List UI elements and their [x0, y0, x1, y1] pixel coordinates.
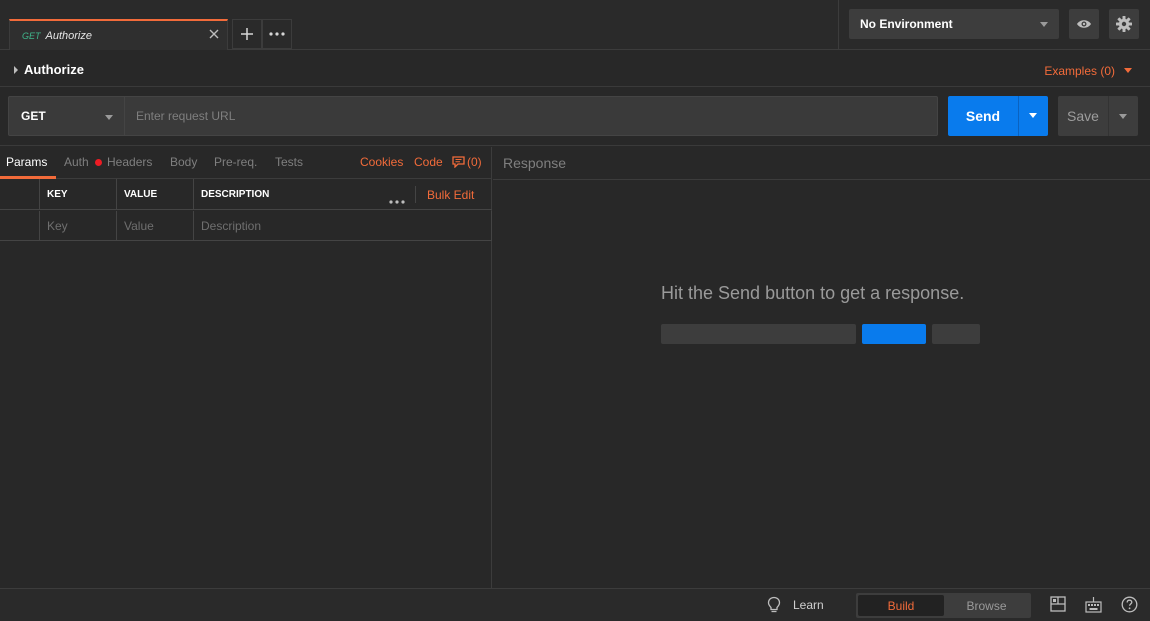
- request-subtabs: Params Auth Headers Body Pre-req. Tests …: [0, 147, 492, 179]
- examples-dropdown[interactable]: Examples (0): [1044, 64, 1115, 78]
- bulk-edit-link[interactable]: Bulk Edit: [427, 188, 474, 202]
- placeholder-bar: [932, 324, 980, 344]
- comment-icon[interactable]: [452, 156, 465, 169]
- tab-bar: GET Authorize No Environment: [0, 0, 1150, 50]
- more-icon: [269, 32, 285, 36]
- plus-icon: [241, 28, 253, 40]
- send-button[interactable]: Send: [948, 96, 1018, 136]
- help-icon[interactable]: [1121, 596, 1138, 616]
- mode-browse-button[interactable]: Browse: [944, 595, 1029, 616]
- mode-build-button[interactable]: Build: [858, 595, 944, 616]
- environment-select[interactable]: No Environment: [849, 9, 1059, 39]
- tab-body[interactable]: Body: [170, 155, 197, 169]
- divider: [0, 240, 492, 241]
- save-options-button[interactable]: [1108, 96, 1138, 136]
- param-value-input[interactable]: Value: [116, 211, 194, 240]
- url-input[interactable]: [124, 96, 938, 136]
- more-icon[interactable]: [389, 193, 405, 207]
- tab-params[interactable]: Params: [6, 155, 47, 169]
- auth-alert-dot: [95, 159, 102, 166]
- params-table-header: KEY VALUE DESCRIPTION Bulk Edit: [0, 179, 492, 210]
- param-description-input[interactable]: Description: [193, 211, 492, 240]
- response-header: Response: [493, 147, 1150, 180]
- chevron-down-icon[interactable]: [1124, 68, 1132, 73]
- chevron-down-icon: [1040, 22, 1048, 27]
- tab-title: Authorize: [45, 29, 92, 42]
- params-table: KEY VALUE DESCRIPTION Bulk Edit Key Valu…: [0, 179, 492, 241]
- response-empty-message: Hit the Send button to get a response.: [661, 283, 965, 303]
- request-name[interactable]: Authorize: [24, 62, 84, 77]
- request-title-row: Authorize Examples (0): [0, 51, 1150, 87]
- lightbulb-icon[interactable]: [767, 596, 781, 617]
- status-bar: Learn Build Browse: [0, 588, 1150, 621]
- column-key: KEY: [39, 179, 117, 210]
- caret-right-icon[interactable]: [14, 66, 18, 74]
- mode-toggle: Build Browse: [856, 593, 1031, 618]
- chevron-down-icon: [1029, 113, 1037, 118]
- url-bar: GET Send Save: [0, 88, 1150, 146]
- manage-environments-button[interactable]: [1109, 9, 1139, 39]
- cookies-link[interactable]: Cookies: [360, 155, 403, 169]
- save-button[interactable]: Save: [1058, 96, 1108, 136]
- environment-area: No Environment: [838, 0, 1150, 50]
- close-icon[interactable]: [207, 27, 221, 41]
- environment-selected: No Environment: [860, 17, 953, 31]
- divider: [415, 186, 416, 203]
- new-tab-button[interactable]: [232, 19, 262, 49]
- request-pane: Params Auth Headers Body Pre-req. Tests …: [0, 147, 492, 588]
- send-options-button[interactable]: [1018, 96, 1048, 136]
- tab-pre-request[interactable]: Pre-req.: [214, 155, 257, 169]
- keyboard-shortcuts-icon[interactable]: [1085, 596, 1102, 616]
- placeholder-bar: [661, 324, 856, 344]
- response-pane: Response Hit the Send button to get a re…: [493, 147, 1150, 588]
- two-pane-view-icon[interactable]: [1050, 596, 1066, 615]
- placeholder-bar-send: [862, 324, 926, 344]
- comments-count[interactable]: (0): [467, 155, 482, 169]
- column-value: VALUE: [116, 179, 194, 210]
- code-link[interactable]: Code: [414, 155, 443, 169]
- chevron-down-icon: [1119, 114, 1127, 119]
- method-selected: GET: [21, 109, 46, 123]
- method-select[interactable]: GET: [8, 96, 124, 136]
- tab-headers[interactable]: Headers: [107, 155, 152, 169]
- environment-quick-look-button[interactable]: [1069, 9, 1099, 39]
- gear-icon: [1116, 16, 1132, 32]
- column-description: DESCRIPTION: [193, 179, 380, 210]
- tab-method: GET: [22, 30, 41, 41]
- eye-icon: [1077, 20, 1091, 28]
- tab-options-button[interactable]: [262, 19, 292, 49]
- tab-auth[interactable]: Auth: [64, 155, 89, 169]
- learn-link[interactable]: Learn: [793, 598, 824, 612]
- param-key-input[interactable]: Key: [39, 211, 117, 240]
- request-tab-authorize[interactable]: GET Authorize: [9, 19, 228, 50]
- chevron-down-icon: [105, 115, 113, 120]
- tab-tests[interactable]: Tests: [275, 155, 303, 169]
